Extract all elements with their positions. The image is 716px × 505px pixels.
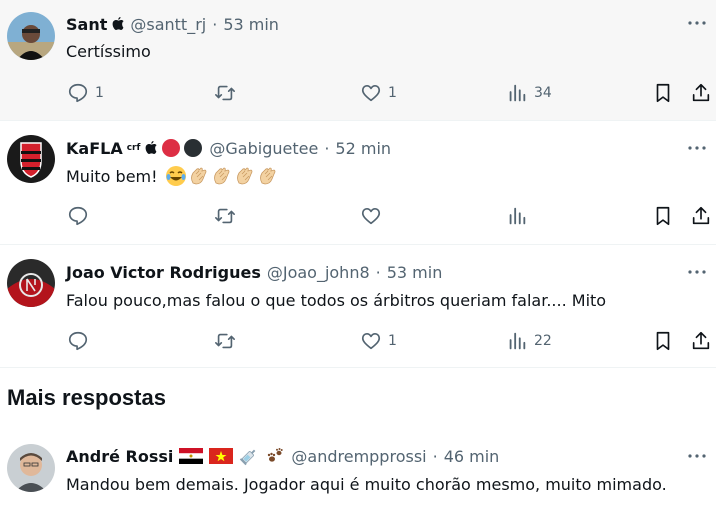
apple-icon	[144, 140, 158, 156]
handle[interactable]: @Joao_john8	[267, 263, 370, 282]
reply-icon	[68, 206, 88, 226]
clapping-hands-emoji	[188, 165, 210, 187]
paw-prints-icon	[265, 446, 285, 466]
avatar[interactable]	[7, 135, 55, 183]
separator-dot: ·	[324, 138, 330, 158]
tweet-3[interactable]: Joao Victor Rodrigues @Joao_john8 · 53 m…	[0, 245, 716, 367]
bookmark-icon	[656, 83, 670, 103]
handle[interactable]: @Gabiguetee	[209, 139, 318, 158]
views-button[interactable]: 34	[506, 82, 552, 104]
tweet-text: Muito bem!	[66, 165, 279, 187]
share-button[interactable]	[690, 82, 712, 104]
reply-icon	[68, 83, 88, 103]
tweet-text: Mandou bem demais. Jogador aqui é muito …	[66, 475, 667, 494]
tweet-text: Certíssimo	[66, 42, 151, 61]
tweet-header: KaFLA crf @Gabiguetee · 52 min	[66, 137, 391, 159]
share-icon	[692, 83, 710, 102]
handle[interactable]: @santt_rj	[130, 15, 206, 34]
share-icon	[692, 206, 710, 225]
avatar[interactable]	[7, 259, 55, 307]
display-name[interactable]: André Rossi	[66, 447, 173, 466]
heart-icon	[361, 208, 381, 225]
bookmark-icon	[656, 331, 670, 351]
like-button[interactable]	[360, 205, 388, 227]
repost-button[interactable]	[214, 330, 236, 352]
analytics-icon	[509, 332, 526, 350]
like-button[interactable]: 1	[360, 82, 397, 104]
repost-icon	[215, 333, 235, 349]
timestamp[interactable]: 52 min	[335, 139, 391, 158]
separator-dot: ·	[432, 446, 438, 466]
clapping-hands-emoji	[257, 165, 279, 187]
bookmark-icon	[656, 206, 670, 226]
action-bar: 1 1 34	[0, 82, 716, 104]
tweet-header: Sant @santt_rj · 53 min	[66, 13, 279, 35]
repost-icon	[215, 208, 235, 224]
divider	[0, 367, 716, 368]
heart-icon	[361, 333, 381, 350]
egypt-flag-icon	[179, 448, 204, 464]
repost-button[interactable]	[214, 82, 236, 104]
more-icon[interactable]	[686, 263, 708, 281]
timestamp[interactable]: 53 min	[387, 263, 443, 282]
share-button[interactable]	[690, 330, 712, 352]
timestamp[interactable]: 46 min	[444, 447, 500, 466]
action-bar	[0, 205, 716, 227]
like-count: 1	[388, 85, 397, 101]
clapping-hands-emoji	[234, 165, 256, 187]
syringe-icon	[239, 446, 259, 466]
more-icon[interactable]	[686, 139, 708, 157]
display-name[interactable]: KaFLA	[66, 139, 123, 158]
avatar[interactable]	[7, 444, 55, 492]
heart-icon	[361, 85, 381, 102]
bookmark-button[interactable]	[652, 205, 674, 227]
analytics-icon	[509, 207, 526, 225]
vietnam-flag-icon	[209, 448, 234, 464]
bookmark-button[interactable]	[652, 82, 674, 104]
bookmark-button[interactable]	[652, 330, 674, 352]
like-button[interactable]: 1	[360, 330, 397, 352]
tweet-4[interactable]: André Rossi @andrempprossi · 46 min Mand…	[0, 430, 716, 505]
more-replies-heading: Mais respostas	[7, 385, 166, 410]
repost-icon	[215, 85, 235, 101]
like-count: 1	[388, 333, 397, 349]
timestamp[interactable]: 53 min	[223, 15, 279, 34]
separator-dot: ·	[375, 262, 381, 282]
tweet-text-content: Muito bem!	[66, 166, 163, 186]
more-icon[interactable]	[686, 447, 708, 465]
reply-icon	[68, 331, 88, 351]
repost-button[interactable]	[214, 205, 236, 227]
share-button[interactable]	[690, 205, 712, 227]
views-button[interactable]: 22	[506, 330, 552, 352]
view-count: 22	[534, 333, 552, 349]
tweet-header: André Rossi @andrempprossi · 46 min	[66, 445, 499, 467]
tweet-2[interactable]: KaFLA crf @Gabiguetee · 52 min Muito bem…	[0, 121, 716, 244]
tweet-1[interactable]: Sant @santt_rj · 53 min Certíssimo 1 1 3…	[0, 0, 716, 120]
reply-button[interactable]: 1	[67, 82, 104, 104]
view-count: 34	[534, 85, 552, 101]
avatar[interactable]	[7, 12, 55, 60]
name-superscript: crf	[126, 143, 141, 153]
reply-count: 1	[95, 85, 104, 101]
share-icon	[692, 331, 710, 350]
action-bar: 1 22	[0, 330, 716, 352]
tweet-header: Joao Victor Rodrigues @Joao_john8 · 53 m…	[66, 261, 442, 283]
reply-button[interactable]	[67, 330, 95, 352]
display-name[interactable]: Sant	[66, 15, 107, 34]
analytics-icon	[509, 84, 526, 102]
apple-icon	[111, 16, 124, 32]
clapping-hands-emoji	[211, 165, 233, 187]
display-name[interactable]: Joao Victor Rodrigues	[66, 263, 261, 282]
handle[interactable]: @andrempprossi	[291, 447, 426, 466]
views-button[interactable]	[506, 205, 534, 227]
black-circle-icon	[183, 138, 203, 158]
red-circle-icon	[161, 138, 181, 158]
reply-button[interactable]	[67, 205, 95, 227]
separator-dot: ·	[212, 14, 218, 34]
tears-of-joy-emoji	[165, 165, 187, 187]
tweet-text: Falou pouco,mas falou o que todos os árb…	[66, 291, 607, 310]
more-icon[interactable]	[686, 14, 708, 32]
